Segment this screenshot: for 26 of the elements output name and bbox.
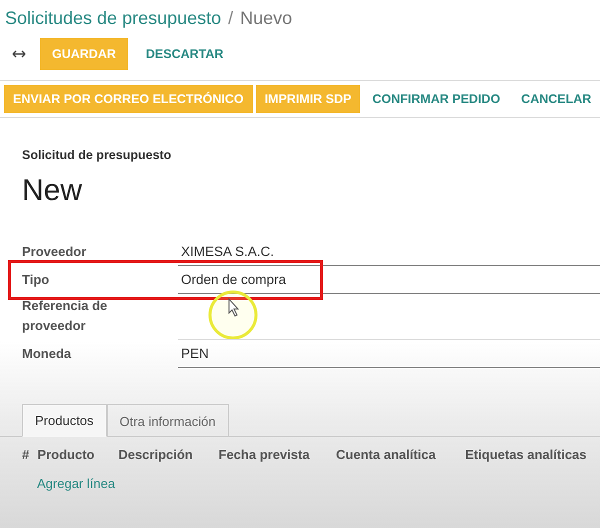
tab[interactable]: Productos [22, 404, 107, 437]
column-header: Fecha prevista [218, 447, 311, 462]
field-label: Moneda [22, 345, 72, 363]
form-subtitle: Solicitud de presupuesto [22, 148, 172, 162]
breadcrumb-current: Nuevo [240, 8, 292, 29]
breadcrumb-separator: / [228, 8, 234, 29]
action-button[interactable]: CANCELAR [512, 85, 600, 113]
tab[interactable]: Otra información [106, 404, 229, 437]
column-header: Etiquetas analíticas [465, 447, 588, 462]
breadcrumb-link[interactable]: Solicitudes de presupuesto [5, 8, 222, 29]
input-field[interactable]: XIMESA S.A.C. [178, 244, 600, 266]
column-header: # [22, 447, 30, 462]
column-header: Descripción [118, 447, 194, 462]
field-label: Proveedor [22, 243, 88, 261]
field-label: Referencia de proveedor [22, 297, 108, 335]
input-field[interactable]: Orden de compra [178, 272, 600, 294]
input-field[interactable]: PEN [178, 346, 600, 368]
field-label: Tipo [22, 271, 50, 289]
form-title: New [22, 174, 84, 208]
column-header: Producto [37, 447, 96, 462]
action-button[interactable]: CONFIRMAR PEDIDO [363, 85, 510, 113]
add-line-link[interactable]: Agregar línea [37, 476, 116, 491]
discard-button[interactable]: DESCARTAR [134, 38, 236, 70]
column-header: Cuenta analítica [336, 447, 437, 462]
cursor-highlight-icon [207, 289, 259, 341]
expand-icon[interactable] [12, 50, 26, 58]
